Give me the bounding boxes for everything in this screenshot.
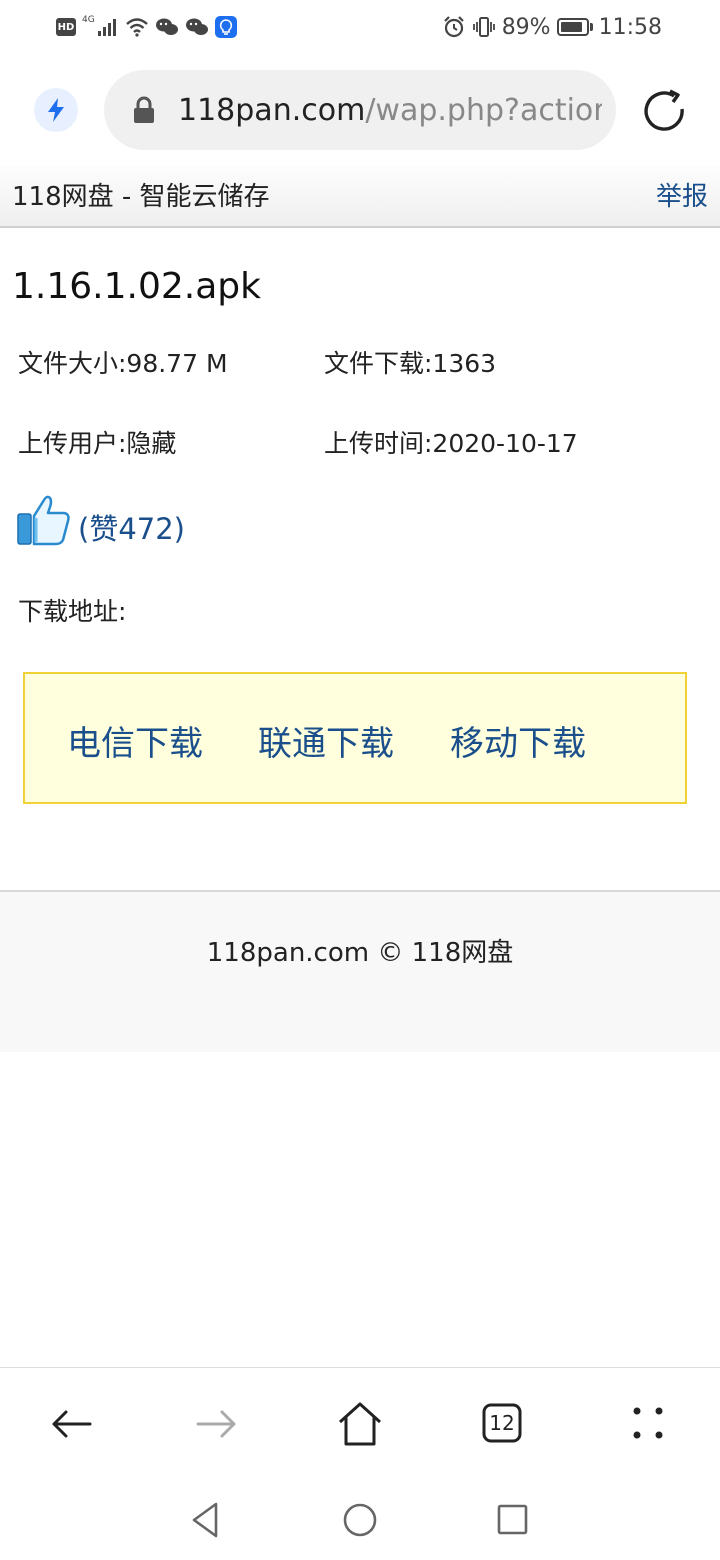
address-bar[interactable]: 118pan.com/wap.php?action= <box>104 70 616 150</box>
home-icon[interactable] <box>332 1396 388 1452</box>
report-link[interactable]: 举报 <box>656 176 708 213</box>
url-host: 118pan.com <box>178 92 366 128</box>
network-type-label: 4G <box>82 15 95 25</box>
wechat-icon <box>185 18 208 35</box>
file-upload-time: 上传时间:2020-10-17 <box>324 429 578 458</box>
forward-arrow-icon[interactable] <box>188 1396 244 1452</box>
mobile-download-link[interactable]: 移动下载 <box>450 716 586 765</box>
file-name: 1.16.1.02.apk <box>12 266 261 307</box>
status-left-icons: HD 4G <box>56 14 237 40</box>
status-right-icons: 89% 11:58 <box>442 14 662 40</box>
like-count[interactable]: (赞472) <box>78 506 185 548</box>
footer-text: 118pan.com © 118网盘 <box>206 938 514 968</box>
url-text[interactable]: 118pan.com/wap.php?action= <box>178 93 602 128</box>
tabs-button[interactable]: 12 <box>482 1403 522 1443</box>
nav-back-icon[interactable] <box>182 1496 230 1544</box>
thumbs-up-icon[interactable] <box>16 492 72 548</box>
alarm-icon <box>443 16 464 38</box>
wifi-icon <box>125 18 148 37</box>
menu-dots-icon[interactable] <box>620 1396 676 1452</box>
file-downloads: 文件下载:1363 <box>324 349 497 378</box>
file-size: 文件大小:98.77 M <box>18 349 228 378</box>
file-uploader: 上传用户:隐藏 <box>18 429 177 458</box>
url-path: /wap.php?action= <box>365 92 602 128</box>
tabs-count: 12 <box>489 1411 515 1435</box>
nav-recents-icon[interactable] <box>488 1496 536 1544</box>
unicom-download-link[interactable]: 联通下载 <box>258 716 394 765</box>
lock-icon <box>134 96 154 123</box>
back-arrow-icon[interactable] <box>44 1396 100 1452</box>
nav-home-icon[interactable] <box>336 1496 384 1544</box>
site-title: 118网盘 - 智能云储存 <box>12 182 270 212</box>
lightbulb-icon <box>214 16 237 38</box>
battery-icon <box>556 18 593 36</box>
status-time: 11:58 <box>598 14 662 40</box>
wechat-icon <box>155 18 178 35</box>
bolt-icon[interactable] <box>34 88 78 132</box>
vibrate-icon <box>472 17 495 37</box>
hd-icon: HD <box>56 18 76 36</box>
footer <box>0 890 720 1052</box>
download-address-label: 下载地址: <box>18 597 127 626</box>
battery-percent: 89% <box>501 14 551 40</box>
telecom-download-link[interactable]: 电信下载 <box>67 716 203 765</box>
signal-icon <box>97 19 116 36</box>
download-box: 电信下载 联通下载 移动下载 <box>23 672 687 804</box>
reload-icon[interactable] <box>638 85 690 137</box>
